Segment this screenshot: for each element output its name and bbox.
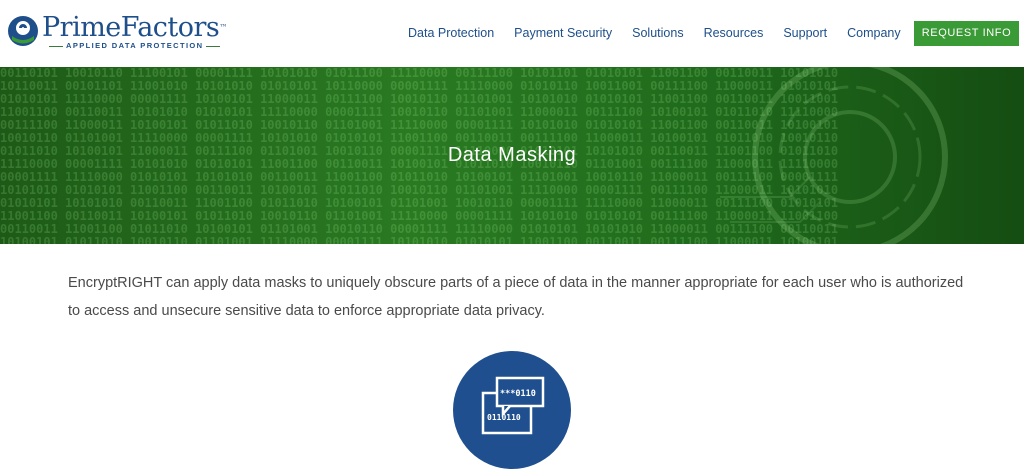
site-header: PrimeFactors™ APPLIED DATA PROTECTION Da… (0, 0, 1024, 67)
logo-tagline: APPLIED DATA PROTECTION (46, 41, 223, 50)
nav-solutions[interactable]: Solutions (632, 25, 683, 41)
nav-resources[interactable]: Resources (704, 25, 764, 41)
nav-data-protection[interactable]: Data Protection (408, 25, 494, 41)
logo-wordmark: PrimeFactors™ (42, 12, 227, 43)
intro-paragraph: EncryptRIGHT can apply data masks to uni… (68, 275, 964, 319)
data-masking-icon: ***0110 0110110 (453, 351, 571, 469)
main-nav: Data Protection Payment Security Solutio… (408, 25, 901, 41)
icon-top-text: ***0110 (500, 389, 536, 399)
icon-bottom-text: 0110110 (487, 413, 521, 422)
nav-payment-security[interactable]: Payment Security (514, 25, 612, 41)
request-info-button[interactable]: REQUEST INFO (914, 21, 1019, 46)
nav-support[interactable]: Support (783, 25, 827, 41)
logo-mark-icon (8, 16, 38, 46)
page-title: Data Masking (447, 144, 577, 166)
primefactors-logo[interactable]: PrimeFactors™ APPLIED DATA PROTECTION (6, 12, 227, 56)
nav-company[interactable]: Company (847, 25, 901, 41)
hero-banner: 00110101 10010110 11100101 00001111 1010… (0, 67, 1024, 244)
